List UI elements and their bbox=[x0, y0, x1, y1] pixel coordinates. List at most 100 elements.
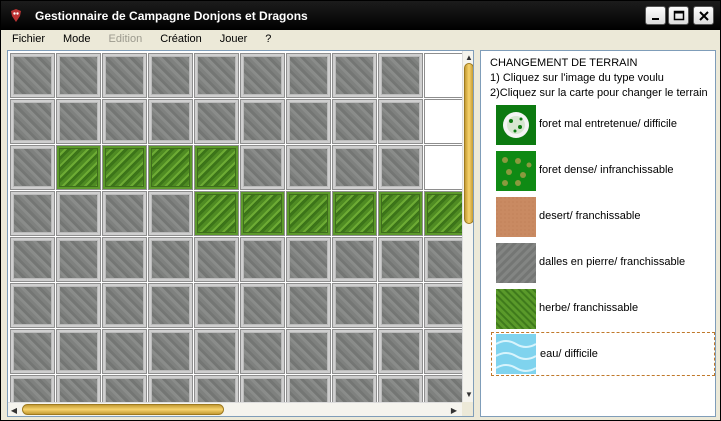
map-tile-stone[interactable] bbox=[332, 237, 377, 282]
map-tile-stone[interactable] bbox=[56, 191, 101, 236]
scroll-up-icon[interactable]: ▲ bbox=[463, 51, 473, 63]
map-tile-stone[interactable] bbox=[102, 99, 147, 144]
terrain-forest-sparse[interactable]: foret mal entretenue/ difficile bbox=[491, 103, 715, 147]
map-tile-stone[interactable] bbox=[378, 283, 423, 328]
map-tile-stone[interactable] bbox=[56, 375, 101, 402]
map-tile-stone[interactable] bbox=[56, 53, 101, 98]
map-tile-stone[interactable] bbox=[194, 53, 239, 98]
menu-mode[interactable]: Mode bbox=[52, 33, 98, 45]
map-tile-stone[interactable] bbox=[10, 283, 55, 328]
vertical-scrollbar[interactable]: ▲ ▼ bbox=[462, 51, 473, 402]
map-tile-stone[interactable] bbox=[286, 237, 331, 282]
map-tile-white[interactable] bbox=[424, 53, 462, 98]
minimize-button[interactable] bbox=[645, 6, 666, 25]
map-tile-stone[interactable] bbox=[102, 283, 147, 328]
map-tile-grass[interactable] bbox=[194, 145, 239, 190]
map-grid[interactable] bbox=[8, 51, 462, 402]
map-tile-stone[interactable] bbox=[148, 99, 193, 144]
map-tile-stone[interactable] bbox=[332, 375, 377, 402]
maximize-button[interactable] bbox=[668, 6, 689, 25]
map-tile-stone[interactable] bbox=[240, 375, 285, 402]
map-tile-grass[interactable] bbox=[286, 191, 331, 236]
map-tile-stone[interactable] bbox=[424, 283, 462, 328]
map-tile-grass[interactable] bbox=[148, 145, 193, 190]
map-tile-stone[interactable] bbox=[148, 329, 193, 374]
map-tile-stone[interactable] bbox=[102, 53, 147, 98]
horizontal-scrollbar[interactable]: ◀ ▶ bbox=[8, 402, 462, 416]
map-tile-stone[interactable] bbox=[332, 99, 377, 144]
close-button[interactable] bbox=[693, 6, 714, 25]
map-tile-stone[interactable] bbox=[424, 237, 462, 282]
map-tile-stone[interactable] bbox=[240, 329, 285, 374]
menu-creation[interactable]: Création bbox=[149, 33, 209, 45]
map-tile-stone[interactable] bbox=[286, 283, 331, 328]
map-tile-stone[interactable] bbox=[286, 145, 331, 190]
map-tile-grass[interactable] bbox=[378, 191, 423, 236]
map-tile-stone[interactable] bbox=[10, 237, 55, 282]
map-tile-stone[interactable] bbox=[56, 99, 101, 144]
menu-jouer[interactable]: Jouer bbox=[209, 33, 255, 45]
map-tile-stone[interactable] bbox=[286, 53, 331, 98]
map-tile-stone[interactable] bbox=[332, 145, 377, 190]
map-tile-stone[interactable] bbox=[240, 53, 285, 98]
map-tile-stone[interactable] bbox=[240, 237, 285, 282]
map-tile-stone[interactable] bbox=[148, 237, 193, 282]
menu-help[interactable]: ? bbox=[254, 33, 278, 45]
terrain-stone[interactable]: dalles en pierre/ franchissable bbox=[491, 241, 715, 285]
map-tile-stone[interactable] bbox=[56, 237, 101, 282]
scroll-left-icon[interactable]: ◀ bbox=[8, 404, 20, 416]
horizontal-scroll-thumb[interactable] bbox=[22, 404, 224, 415]
map-tile-stone[interactable] bbox=[10, 145, 55, 190]
map-tile-grass[interactable] bbox=[240, 191, 285, 236]
map-tile-stone[interactable] bbox=[194, 99, 239, 144]
terrain-desert[interactable]: desert/ franchissable bbox=[491, 195, 715, 239]
map-tile-stone[interactable] bbox=[10, 53, 55, 98]
map-tile-white[interactable] bbox=[424, 145, 462, 190]
map-tile-stone[interactable] bbox=[10, 375, 55, 402]
map-tile-stone[interactable] bbox=[10, 99, 55, 144]
map-tile-stone[interactable] bbox=[102, 329, 147, 374]
terrain-grass[interactable]: herbe/ franchissable bbox=[491, 287, 715, 331]
map-tile-stone[interactable] bbox=[378, 145, 423, 190]
menu-edition[interactable]: Edition bbox=[98, 33, 150, 45]
map-tile-stone[interactable] bbox=[240, 99, 285, 144]
map-tile-stone[interactable] bbox=[56, 283, 101, 328]
map-tile-stone[interactable] bbox=[332, 53, 377, 98]
map-tile-stone[interactable] bbox=[378, 53, 423, 98]
map-tile-stone[interactable] bbox=[102, 191, 147, 236]
map-tile-stone[interactable] bbox=[378, 99, 423, 144]
map-tile-stone[interactable] bbox=[194, 375, 239, 402]
map-tile-grass[interactable] bbox=[194, 191, 239, 236]
map-tile-stone[interactable] bbox=[332, 329, 377, 374]
map-tile-stone[interactable] bbox=[194, 329, 239, 374]
map-tile-stone[interactable] bbox=[10, 191, 55, 236]
map-tile-stone[interactable] bbox=[378, 237, 423, 282]
title-bar[interactable]: Gestionnaire de Campagne Donjons et Drag… bbox=[1, 1, 720, 30]
map-tile-stone[interactable] bbox=[286, 375, 331, 402]
menu-fichier[interactable]: Fichier bbox=[1, 33, 52, 45]
map-tile-stone[interactable] bbox=[102, 375, 147, 402]
terrain-forest-dense[interactable]: foret dense/ infranchissable bbox=[491, 149, 715, 193]
map-tile-stone[interactable] bbox=[286, 329, 331, 374]
vertical-scroll-thumb[interactable] bbox=[464, 63, 473, 224]
map-tile-grass[interactable] bbox=[102, 145, 147, 190]
map-tile-stone[interactable] bbox=[148, 375, 193, 402]
map-tile-stone[interactable] bbox=[424, 329, 462, 374]
map-tile-stone[interactable] bbox=[378, 375, 423, 402]
map-tile-stone[interactable] bbox=[194, 283, 239, 328]
map-tile-stone[interactable] bbox=[378, 329, 423, 374]
map-tile-stone[interactable] bbox=[56, 329, 101, 374]
map-tile-grass[interactable] bbox=[332, 191, 377, 236]
map-tile-stone[interactable] bbox=[332, 283, 377, 328]
map-tile-stone[interactable] bbox=[148, 53, 193, 98]
map-tile-grass[interactable] bbox=[56, 145, 101, 190]
map-tile-stone[interactable] bbox=[148, 283, 193, 328]
map-tile-stone[interactable] bbox=[424, 375, 462, 402]
map-tile-stone[interactable] bbox=[194, 237, 239, 282]
map-tile-stone[interactable] bbox=[10, 329, 55, 374]
terrain-water[interactable]: eau/ difficile bbox=[491, 332, 715, 376]
map-tile-stone[interactable] bbox=[240, 283, 285, 328]
map-tile-stone[interactable] bbox=[240, 145, 285, 190]
scroll-right-icon[interactable]: ▶ bbox=[448, 404, 460, 416]
map-tile-stone[interactable] bbox=[148, 191, 193, 236]
